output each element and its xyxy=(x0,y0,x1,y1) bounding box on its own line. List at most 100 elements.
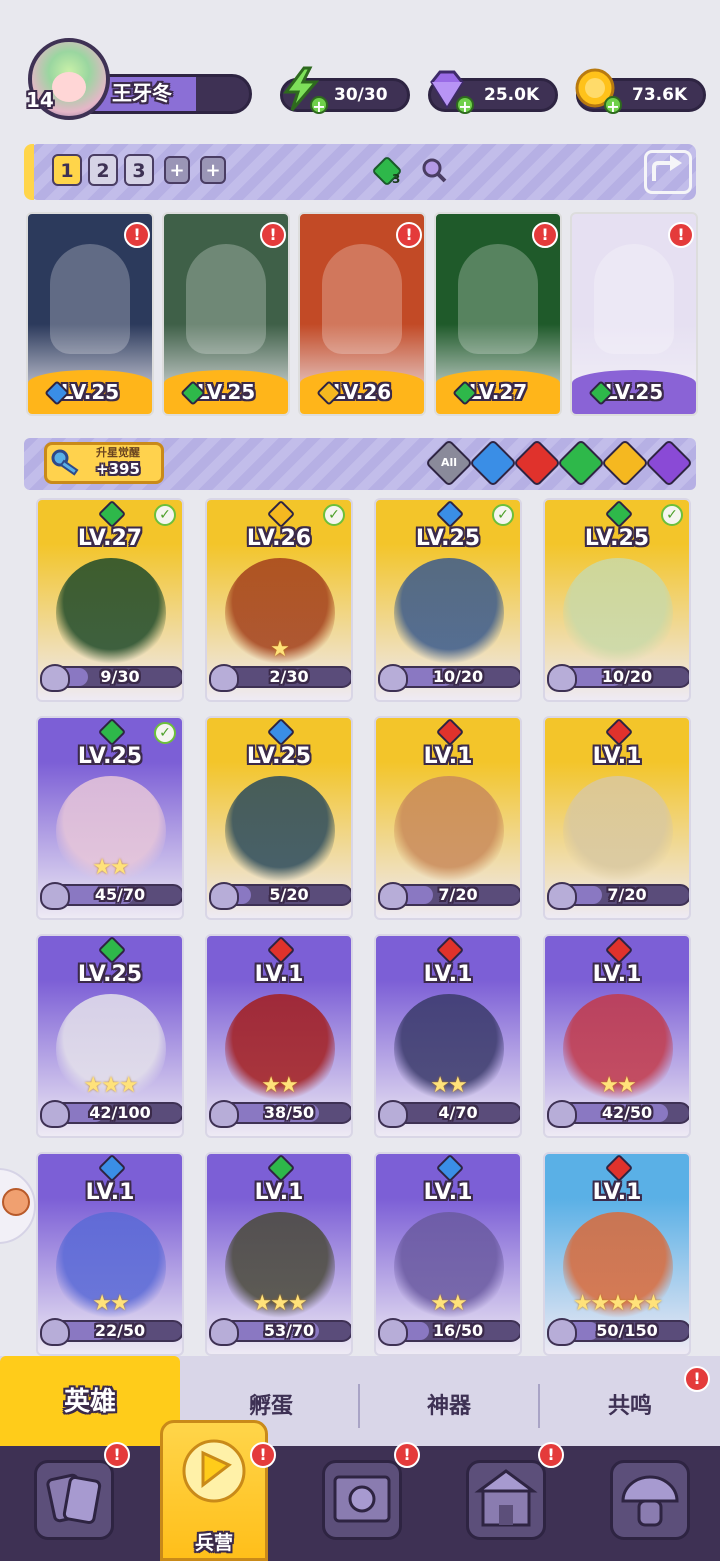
shard-icon xyxy=(40,1100,70,1128)
team-hero-portrait xyxy=(458,244,538,354)
fire-element-icon xyxy=(604,936,634,965)
hero-stars: ★ xyxy=(270,637,290,662)
map-icon[interactable] xyxy=(322,1460,402,1540)
hero-card[interactable]: LV.1 7/20 xyxy=(374,716,522,920)
fire-element-icon xyxy=(604,718,634,747)
cards-icon[interactable] xyxy=(34,1460,114,1540)
hero-card[interactable]: LV.1 ★★ 16/50 xyxy=(374,1152,522,1356)
hero-level: LV.25 xyxy=(584,526,650,551)
hero-stars: ★★ xyxy=(430,1073,467,1098)
team-hero-portrait xyxy=(322,244,402,354)
hero-card[interactable]: LV.25 ★★★ 42/100 xyxy=(36,934,184,1138)
hero-stars: ★★★ xyxy=(83,1073,138,1098)
hero-card[interactable]: LV.1 7/20 xyxy=(543,716,691,920)
shard-count: 22/50 xyxy=(94,1321,146,1340)
castle-icon[interactable] xyxy=(466,1460,546,1540)
hero-card[interactable]: LV.1 ★★ 22/50 xyxy=(36,1152,184,1356)
hero-card[interactable]: ✓ LV.25 10/20 xyxy=(374,498,522,702)
wind-element-icon xyxy=(97,936,127,965)
hero-portrait xyxy=(563,558,673,668)
hero-card[interactable]: ✓ LV.27 9/30 xyxy=(36,498,184,702)
hero-stars: ★★ xyxy=(261,1073,298,1098)
hero-level: LV.1 xyxy=(254,962,304,987)
hero-card[interactable]: LV.25 5/20 xyxy=(205,716,353,920)
shard-count: 38/50 xyxy=(263,1103,315,1122)
shard-icon xyxy=(209,882,239,910)
mushroom-icon[interactable] xyxy=(610,1460,690,1540)
lightning-icon[interactable]: + xyxy=(278,66,328,116)
shard-icon xyxy=(40,664,70,692)
hero-card[interactable]: ✓ LV.25 10/20 xyxy=(543,498,691,702)
energy-plus-icon[interactable]: + xyxy=(310,96,328,116)
gem-plus-icon[interactable]: + xyxy=(456,96,474,116)
hero-level: LV.27 xyxy=(77,526,143,551)
shard-icon xyxy=(209,1100,239,1128)
shard-count: 42/50 xyxy=(601,1103,653,1122)
hero-level: LV.26 xyxy=(246,526,312,551)
fire-element-icon xyxy=(604,1154,634,1183)
in-team-check-icon: ✓ xyxy=(323,504,345,526)
hero-card[interactable]: LV.1 ★★ 4/70 xyxy=(374,934,522,1138)
tab-artifact[interactable]: 神器 xyxy=(360,1368,538,1446)
shard-count: 16/50 xyxy=(432,1321,484,1340)
shard-icon xyxy=(547,1318,577,1346)
hero-card[interactable]: LV.1 ★★★★★ 50/150 xyxy=(543,1152,691,1356)
hero-level: LV.1 xyxy=(423,962,473,987)
hero-stars: ★★ xyxy=(430,1291,467,1316)
magnifier-icon[interactable] xyxy=(420,156,448,184)
map-alert-badge: ! xyxy=(394,1442,420,1468)
team-hero-alert-badge: ! xyxy=(124,222,150,248)
shard-icon xyxy=(378,882,408,910)
nav-barracks-label: 兵营 xyxy=(194,1532,233,1554)
water-element-icon xyxy=(435,500,465,529)
hero-card[interactable]: ✓ LV.26 ★ 2/30 xyxy=(205,498,353,702)
shard-count: 45/70 xyxy=(94,885,146,904)
water-element-icon xyxy=(435,1154,465,1183)
shard-icon xyxy=(378,664,408,692)
hero-card[interactable]: LV.1 ★★ 38/50 xyxy=(205,934,353,1138)
share-icon[interactable] xyxy=(644,150,692,194)
wind-element-icon xyxy=(266,1154,296,1183)
shard-icon xyxy=(547,1100,577,1128)
add-team-button-2[interactable]: + xyxy=(200,156,226,184)
floating-helper-avatar[interactable] xyxy=(0,1168,36,1244)
hero-level: LV.25 xyxy=(246,744,312,769)
coin-icon[interactable]: + xyxy=(572,66,622,116)
light-element-icon xyxy=(266,500,296,529)
resonance-alert-badge: ! xyxy=(684,1366,710,1392)
wind-element-icon xyxy=(604,500,634,529)
coin-plus-icon[interactable]: + xyxy=(604,96,622,116)
hero-level: LV.25 xyxy=(415,526,481,551)
wind-element-icon xyxy=(97,718,127,747)
gem-icon[interactable]: + xyxy=(424,66,474,116)
helper-face-icon xyxy=(2,1188,30,1216)
team-tab-1[interactable]: 1 xyxy=(52,154,82,186)
add-team-button[interactable]: + xyxy=(164,156,190,184)
shard-icon xyxy=(40,1318,70,1346)
shard-count: 53/70 xyxy=(263,1321,315,1340)
shard-icon xyxy=(547,882,577,910)
player-level: 14 xyxy=(26,88,54,112)
hero-portrait xyxy=(394,558,504,668)
hero-level: LV.1 xyxy=(592,962,642,987)
hero-level: LV.1 xyxy=(423,1180,473,1205)
team-tab-3[interactable]: 3 xyxy=(124,154,154,186)
shard-count: 5/20 xyxy=(269,885,309,904)
player-name: 王牙冬 xyxy=(112,81,172,105)
in-team-check-icon: ✓ xyxy=(661,504,683,526)
tab-heroes[interactable]: 英雄 xyxy=(0,1356,180,1448)
fire-element-icon xyxy=(435,936,465,965)
castle-alert-badge: ! xyxy=(538,1442,564,1468)
hero-level: LV.1 xyxy=(592,744,642,769)
shard-icon xyxy=(40,882,70,910)
hero-card[interactable]: LV.1 ★★ 42/50 xyxy=(543,934,691,1138)
team-hero-alert-badge: ! xyxy=(396,222,422,248)
shard-count: 7/20 xyxy=(438,885,478,904)
hero-stars: ★★ xyxy=(92,1291,129,1316)
shard-icon xyxy=(378,1318,408,1346)
awaken-label: 升星觉醒 xyxy=(96,446,140,459)
hero-card[interactable]: ✓ LV.25 ★★ 45/70 xyxy=(36,716,184,920)
hero-portrait xyxy=(225,776,335,886)
team-tab-2[interactable]: 2 xyxy=(88,154,118,186)
hero-card[interactable]: LV.1 ★★★ 53/70 xyxy=(205,1152,353,1356)
